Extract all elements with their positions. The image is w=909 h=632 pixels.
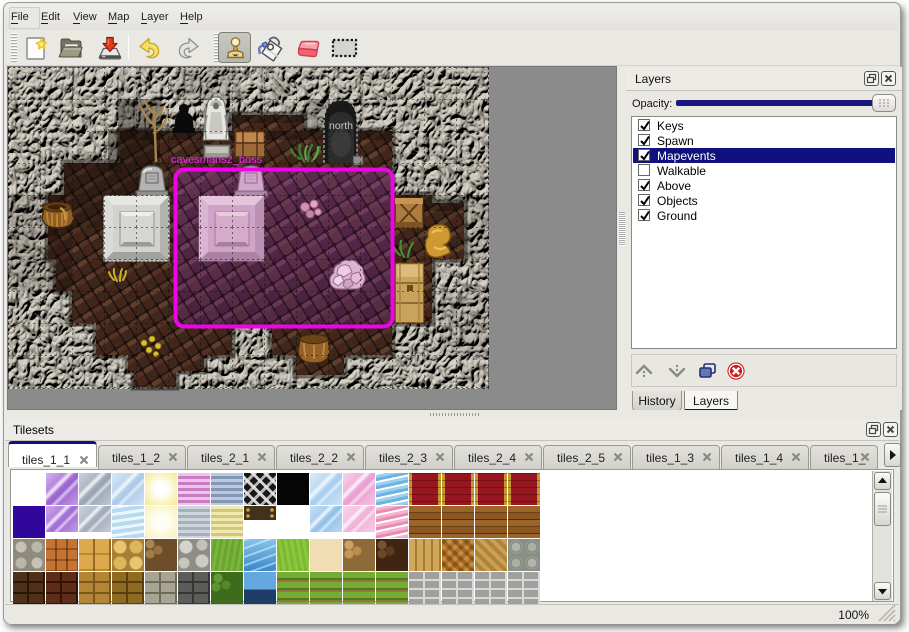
svg-text:cavesmans2_boss: cavesmans2_boss <box>171 154 263 166</box>
